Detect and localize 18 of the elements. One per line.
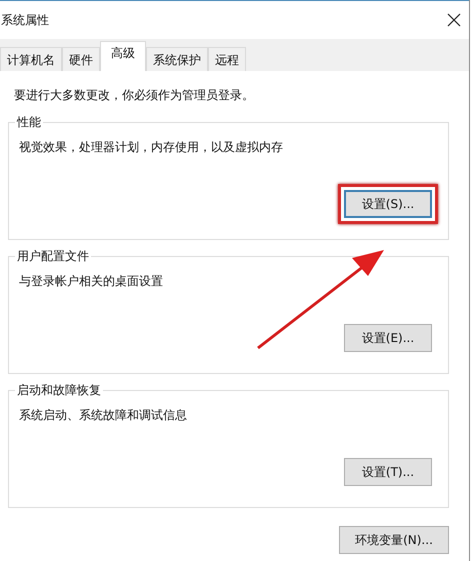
tab[interactable]: 远程 bbox=[208, 47, 246, 71]
tab[interactable]: 计算机名 bbox=[0, 47, 62, 71]
environment-variables-button[interactable]: 环境变量(N)... bbox=[339, 526, 449, 554]
tab[interactable]: 系统保护 bbox=[146, 47, 208, 71]
group-title: 用户配置文件 bbox=[15, 248, 91, 265]
tab[interactable]: 高级 bbox=[100, 41, 146, 71]
group-title: 性能 bbox=[15, 114, 43, 131]
settings-button[interactable]: 设置(S)... bbox=[344, 190, 432, 218]
close-icon[interactable] bbox=[447, 13, 461, 27]
settings-button[interactable]: 设置(E)... bbox=[344, 324, 432, 352]
group-description: 与登录帐户相关的桌面设置 bbox=[19, 273, 164, 290]
window-title: 系统属性 bbox=[1, 12, 49, 28]
admin-notice: 要进行大多数更改，你必须作为管理员登录。 bbox=[14, 87, 255, 104]
group-description: 系统启动、系统故障和调试信息 bbox=[19, 407, 188, 424]
group-description: 视觉效果，处理器计划，内存使用，以及虚拟内存 bbox=[19, 139, 284, 156]
settings-button[interactable]: 设置(T)... bbox=[344, 458, 432, 486]
tab[interactable]: 硬件 bbox=[62, 47, 100, 71]
group-title: 启动和故障恢复 bbox=[15, 382, 103, 399]
